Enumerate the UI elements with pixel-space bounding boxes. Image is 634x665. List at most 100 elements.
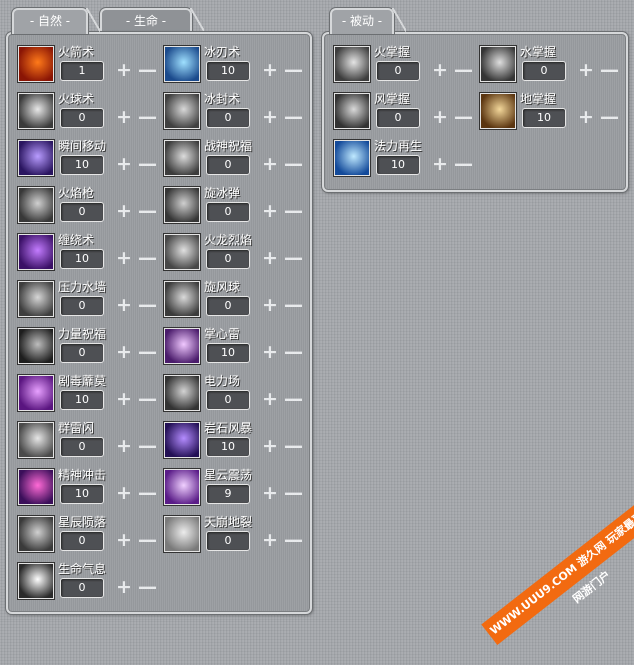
water-wall-icon[interactable] (18, 281, 54, 317)
increase-level-button[interactable]: + (432, 154, 448, 174)
skill-level-field: 10 (522, 108, 566, 128)
increase-level-button[interactable]: + (116, 436, 132, 456)
decrease-level-button[interactable]: — (284, 342, 303, 362)
skill-slot: 火球术 0 + — (18, 92, 158, 137)
watermark-logo: WWW.UUU9.COM 游久网 玩家最喜爱的网游门户 (481, 489, 634, 645)
increase-level-button[interactable]: + (116, 577, 132, 597)
decrease-level-button[interactable]: — (284, 248, 303, 268)
increase-level-button[interactable]: + (578, 60, 594, 80)
increase-level-button[interactable]: + (262, 530, 278, 550)
decrease-level-button[interactable]: — (284, 60, 303, 80)
decrease-level-button[interactable]: — (138, 577, 157, 597)
earthquake-icon[interactable] (164, 516, 200, 552)
wind-mastery-icon[interactable] (334, 93, 370, 129)
decrease-level-button[interactable]: — (138, 530, 157, 550)
skill-name: 星辰陨落 (58, 515, 107, 529)
skill-level-field: 0 (60, 578, 104, 598)
tab-passive[interactable]: - 被动 - (330, 8, 406, 34)
meteor-fall-icon[interactable] (18, 516, 54, 552)
rock-storm-icon[interactable] (164, 422, 200, 458)
increase-level-button[interactable]: + (116, 342, 132, 362)
increase-level-button[interactable]: + (262, 154, 278, 174)
decrease-level-button[interactable]: — (600, 107, 619, 127)
decrease-level-button[interactable]: — (138, 436, 157, 456)
nebula-quake-icon[interactable] (164, 469, 200, 505)
poison-icon[interactable] (18, 375, 54, 411)
fire-mastery-icon[interactable] (334, 46, 370, 82)
increase-level-button[interactable]: + (116, 107, 132, 127)
mass-lightning-icon[interactable] (18, 422, 54, 458)
decrease-level-button[interactable]: — (284, 107, 303, 127)
increase-level-button[interactable]: + (432, 107, 448, 127)
increase-level-button[interactable]: + (578, 107, 594, 127)
decrease-level-button[interactable]: — (284, 436, 303, 456)
decrease-level-button[interactable]: — (284, 483, 303, 503)
increase-level-button[interactable]: + (262, 295, 278, 315)
decrease-level-button[interactable]: — (138, 60, 157, 80)
increase-level-button[interactable]: + (262, 60, 278, 80)
fire-arrow-icon[interactable] (18, 46, 54, 82)
increase-level-button[interactable]: + (262, 389, 278, 409)
decrease-level-button[interactable]: — (138, 107, 157, 127)
skill-window: { "tabs_left": [ {"label": "- 自然 -", "ac… (0, 0, 634, 645)
tab-life[interactable]: - 生命 - (100, 8, 204, 32)
decrease-level-button[interactable]: — (454, 154, 473, 174)
decrease-level-button[interactable]: — (284, 389, 303, 409)
ice-blade-icon[interactable] (164, 46, 200, 82)
fire-dragon-icon[interactable] (164, 234, 200, 270)
power-blessing-icon[interactable] (18, 328, 54, 364)
skill-name: 剧毒蘼莫 (58, 374, 107, 388)
decrease-level-button[interactable]: — (284, 154, 303, 174)
increase-level-button[interactable]: + (116, 60, 132, 80)
decrease-level-button[interactable]: — (138, 389, 157, 409)
skill-level-field: 0 (60, 437, 104, 457)
decrease-level-button[interactable]: — (138, 483, 157, 503)
teleport-icon[interactable] (18, 140, 54, 176)
life-breath-icon[interactable] (18, 563, 54, 599)
decrease-level-button[interactable]: — (138, 154, 157, 174)
tab-nature[interactable]: - 自然 - (12, 8, 100, 34)
increase-level-button[interactable]: + (262, 436, 278, 456)
decrease-level-button[interactable]: — (454, 60, 473, 80)
increase-level-button[interactable]: + (116, 201, 132, 221)
increase-level-button[interactable]: + (262, 342, 278, 362)
increase-level-button[interactable]: + (116, 295, 132, 315)
flame-spear-icon[interactable] (18, 187, 54, 223)
skill-name: 压力水墙 (58, 280, 107, 294)
war-god-blessing-icon[interactable] (164, 140, 200, 176)
decrease-level-button[interactable]: — (284, 530, 303, 550)
decrease-level-button[interactable]: — (284, 201, 303, 221)
increase-level-button[interactable]: + (116, 483, 132, 503)
decrease-level-button[interactable]: — (138, 295, 157, 315)
increase-level-button[interactable]: + (262, 107, 278, 127)
decrease-level-button[interactable]: — (284, 295, 303, 315)
increase-level-button[interactable]: + (116, 248, 132, 268)
increase-level-button[interactable]: + (262, 248, 278, 268)
electric-field-icon[interactable] (164, 375, 200, 411)
entangle-icon[interactable] (18, 234, 54, 270)
increase-level-button[interactable]: + (432, 60, 448, 80)
decrease-level-button[interactable]: — (454, 107, 473, 127)
decrease-level-button[interactable]: — (138, 201, 157, 221)
mind-blast-icon[interactable] (18, 469, 54, 505)
increase-level-button[interactable]: + (116, 389, 132, 409)
ice-seal-icon[interactable] (164, 93, 200, 129)
increase-level-button[interactable]: + (262, 483, 278, 503)
skill-level-field: 0 (206, 249, 250, 269)
skill-slot: 火箭术 1 + — (18, 45, 158, 90)
increase-level-button[interactable]: + (116, 154, 132, 174)
mana-regen-icon[interactable] (334, 140, 370, 176)
palm-thunder-icon[interactable] (164, 328, 200, 364)
increase-level-button[interactable]: + (116, 530, 132, 550)
increase-level-button[interactable]: + (262, 201, 278, 221)
decrease-level-button[interactable]: — (600, 60, 619, 80)
ice-spin-icon[interactable] (164, 187, 200, 223)
skill-name: 群雷闪 (58, 421, 95, 435)
decrease-level-button[interactable]: — (138, 342, 157, 362)
decrease-level-button[interactable]: — (138, 248, 157, 268)
fireball-icon[interactable] (18, 93, 54, 129)
whirlwind-ball-icon[interactable] (164, 281, 200, 317)
water-mastery-icon[interactable] (480, 46, 516, 82)
earth-mastery-icon[interactable] (480, 93, 516, 129)
skill-name: 火箭术 (58, 45, 95, 59)
